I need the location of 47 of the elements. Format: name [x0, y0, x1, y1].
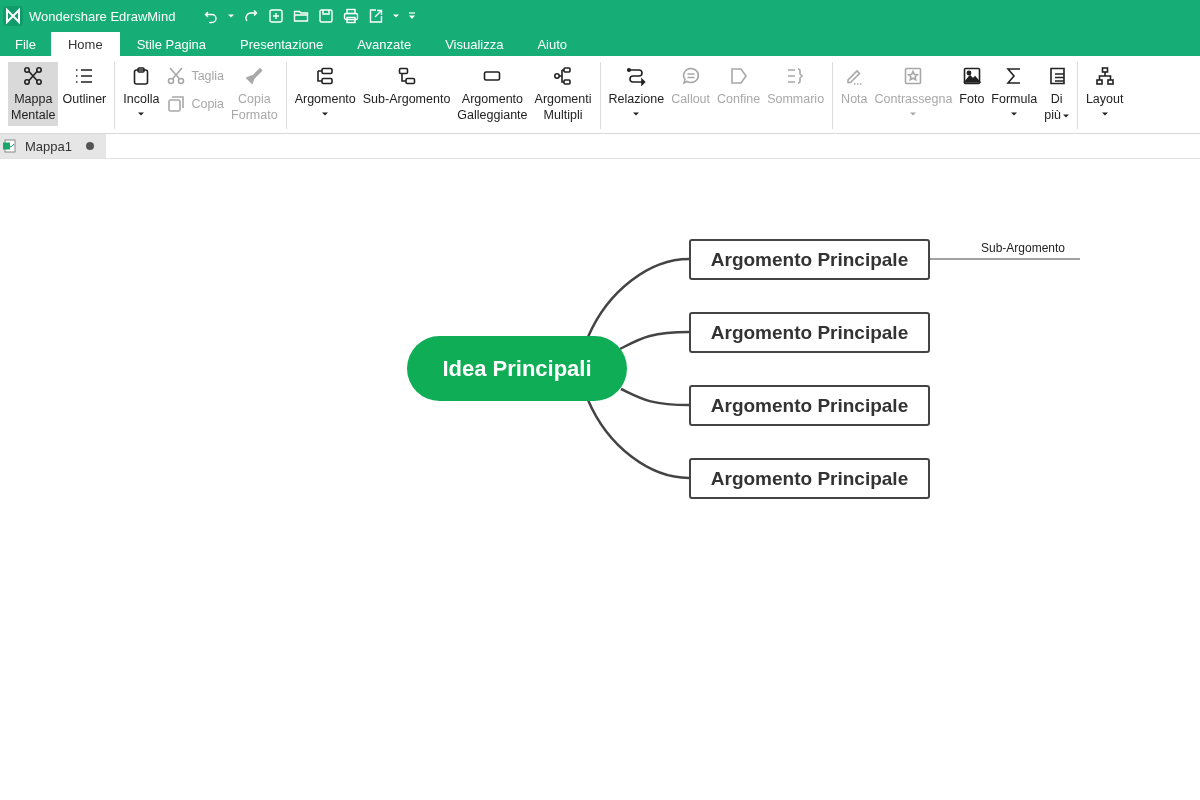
subtopic-icon: [396, 66, 417, 86]
multi-icon: [553, 66, 574, 86]
ribbon-button[interactable]: Layout: [1082, 62, 1127, 126]
ribbon-button[interactable]: Outliner: [59, 62, 110, 126]
ribbon-button[interactable]: Argomento: [291, 62, 359, 126]
main-topic[interactable]: Argomento Principale: [689, 458, 930, 499]
subtopic[interactable]: Sub-Argomento: [981, 241, 1066, 255]
save-icon[interactable]: [318, 8, 335, 24]
ribbon-button[interactable]: Argomento Galleggiante: [454, 62, 531, 126]
document-tab[interactable]: Mappa1: [0, 134, 106, 158]
copy-icon: [166, 94, 187, 114]
new-file-icon[interactable]: [268, 8, 285, 24]
redo-icon[interactable]: [243, 8, 260, 24]
main-topic[interactable]: Argomento Principale: [689, 312, 930, 353]
ribbon-button[interactable]: Di più: [1041, 62, 1072, 126]
ribbon-button[interactable]: Argomenti Multipli: [531, 62, 595, 126]
layout-icon: [1094, 66, 1115, 86]
main-topic[interactable]: Argomento Principale: [689, 385, 930, 426]
ribbon-button[interactable]: Mappa Mentale: [8, 62, 59, 126]
mark-icon: [903, 66, 924, 86]
mindmap-icon: [23, 66, 44, 86]
summary-icon: [785, 66, 806, 86]
list-icon: [74, 66, 95, 86]
main-topic[interactable]: Argomento Principale: [689, 239, 930, 280]
print-icon[interactable]: [343, 8, 360, 24]
topic-icon: [315, 66, 336, 86]
file-icon: [2, 139, 16, 153]
scissors-icon: [166, 66, 187, 86]
folder-icon[interactable]: [293, 8, 310, 24]
menu-tab[interactable]: Home: [50, 32, 120, 56]
ribbon-button[interactable]: Formula: [988, 62, 1041, 126]
export-icon[interactable]: [368, 8, 385, 24]
caret-icon[interactable]: [228, 13, 235, 19]
ribbon-button[interactable]: Foto: [956, 62, 988, 126]
boundary-icon: [728, 66, 749, 86]
callout-icon: [680, 66, 701, 86]
caret-icon[interactable]: [393, 13, 400, 19]
image-icon: [961, 66, 982, 86]
app-title: Wondershare EdrawMind: [29, 8, 176, 24]
app-logo-icon: [3, 6, 23, 26]
brush-icon: [244, 66, 265, 86]
ribbon-button[interactable]: Sub-Argomento: [359, 62, 454, 126]
customize-icon[interactable]: [408, 11, 417, 21]
ribbon-button[interactable]: Incolla: [120, 62, 163, 126]
unsaved-dot-icon: [86, 142, 94, 150]
ribbon-button[interactable]: Relazione: [605, 62, 668, 126]
relation-icon: [626, 66, 647, 86]
